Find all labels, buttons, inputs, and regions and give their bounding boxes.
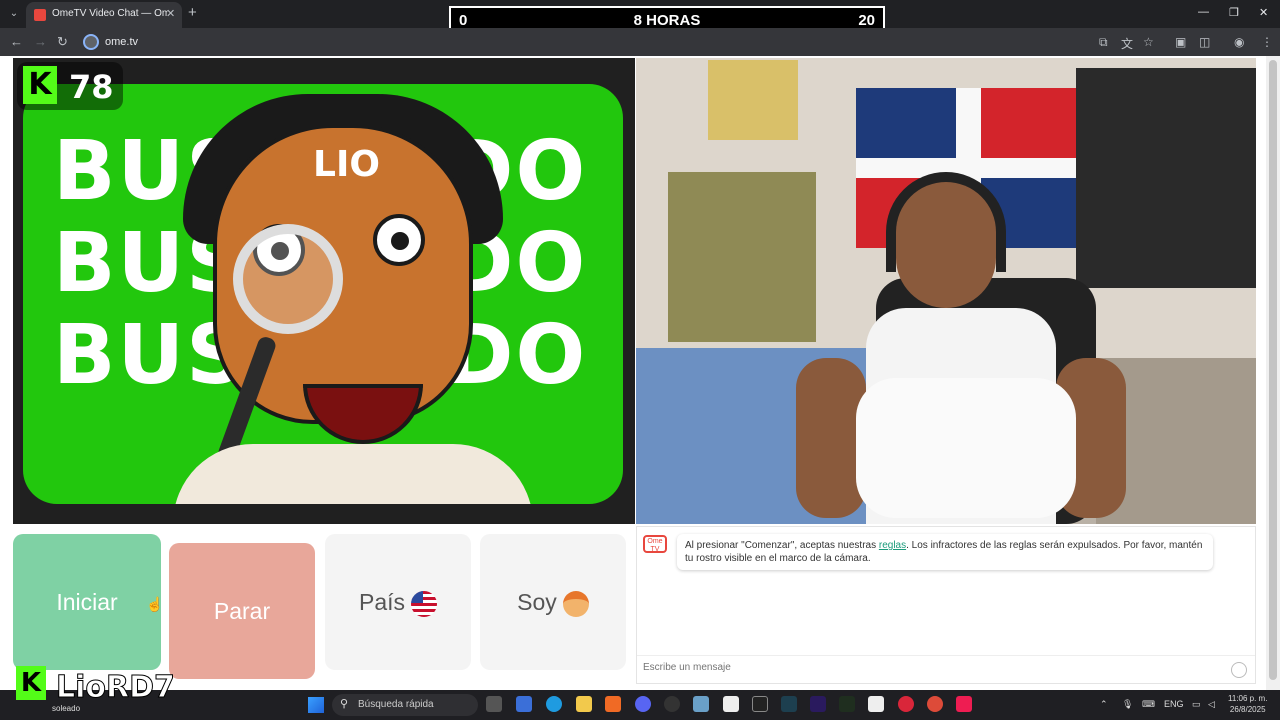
search-icon: ⚲ — [340, 698, 349, 710]
kick-streamer-logo-icon: K — [16, 666, 46, 700]
tab-ometv[interactable]: OmeTV Video Chat — Ome ✕ — [26, 2, 182, 28]
chrome-icon[interactable] — [927, 696, 943, 712]
stop-button[interactable]: Parar — [169, 543, 315, 679]
tab-title: OmeTV Video Chat — Ome — [52, 8, 168, 19]
gender-button[interactable]: Soy — [480, 534, 626, 670]
wall-poster-anime — [668, 172, 816, 342]
forward-icon[interactable]: → — [34, 34, 47, 49]
mic-icon[interactable]: 🎙 — [1122, 699, 1133, 710]
store-icon[interactable] — [516, 696, 532, 712]
language-indicator[interactable]: ENG — [1164, 699, 1184, 709]
weather-widget[interactable]: soleado — [52, 704, 80, 713]
bookmark-star-icon[interactable]: ☆ — [1143, 35, 1154, 49]
score-right: 20 — [858, 12, 875, 29]
app-icon-b[interactable] — [693, 696, 709, 712]
ometv-page: BUSCANDO BUSCANDO BUSCANDO LIO K 78 — [0, 56, 1280, 690]
clock-time: 11:06 p. m. — [1228, 694, 1268, 703]
magnifier-icon — [233, 224, 343, 334]
premiere-icon[interactable] — [810, 696, 826, 712]
country-button[interactable]: País — [325, 534, 471, 670]
minimize-icon[interactable]: — — [1198, 6, 1209, 18]
restore-icon[interactable]: ❐ — [1229, 6, 1239, 19]
menu-icon[interactable]: ⋮ — [1261, 35, 1273, 49]
file-icon[interactable] — [723, 696, 739, 712]
tab-search-icon[interactable]: ⌄ — [6, 6, 22, 22]
scrollbar-thumb[interactable] — [1269, 60, 1277, 680]
task-view-icon[interactable] — [486, 696, 502, 712]
address-bar[interactable]: ome.tv — [105, 36, 138, 48]
file-icon-2[interactable] — [868, 696, 884, 712]
obs-icon[interactable] — [664, 696, 680, 712]
message-text-start: Al presionar "Comenzar", aceptas nuestra… — [685, 540, 879, 551]
gender-label: Soy — [517, 589, 557, 615]
volume-icon[interactable]: ◁ — [1208, 699, 1215, 710]
message-input-bar — [637, 655, 1255, 683]
app-icon-c[interactable] — [781, 696, 797, 712]
windows-start-icon[interactable] — [308, 697, 324, 713]
searching-banner: BUSCANDO BUSCANDO BUSCANDO LIO — [23, 84, 623, 504]
profile-icon[interactable]: ◉ — [1234, 35, 1244, 49]
close-window-icon[interactable]: ✕ — [1259, 6, 1268, 19]
us-flag-icon — [411, 590, 438, 617]
windows-taskbar: soleado ⚲ Búsqueda rápida ⌃ 🎙 ⌨ ENG ▭ ◁ … — [0, 690, 1280, 720]
chat-panel: Ome TV Al presionar "Comenzar", aceptas … — [636, 526, 1256, 684]
kick-logo-icon: K — [23, 66, 57, 104]
hand-cursor-icon: ☝ — [146, 596, 164, 612]
system-message: Al presionar "Comenzar", aceptas nuestra… — [677, 534, 1213, 570]
reload-icon[interactable]: ↻ — [57, 34, 68, 50]
cartoon-mouth — [303, 384, 423, 444]
partner-person — [796, 172, 1126, 524]
search-placeholder: Búsqueda rápida — [358, 699, 434, 710]
cartoon-eye-right — [373, 214, 425, 266]
pillow — [856, 378, 1076, 518]
taskbar-search[interactable]: ⚲ Búsqueda rápida — [332, 694, 478, 716]
tray-overflow-icon[interactable]: ⌃ — [1100, 699, 1108, 710]
back-icon[interactable]: ← — [10, 34, 23, 49]
site-info-icon[interactable] — [83, 34, 99, 50]
cast-icon[interactable]: ⧉ — [1099, 35, 1108, 50]
extension-icon[interactable]: ▣ — [1175, 35, 1186, 49]
ometv-favicon-icon — [34, 9, 46, 21]
viewer-count: 78 — [69, 68, 114, 106]
wall-poster-top — [708, 60, 798, 140]
cartoon-hat-text: LIO — [313, 144, 380, 185]
app-icon-e[interactable] — [898, 696, 914, 712]
browser-toolbar: ← → ↻ ome.tv ⧉ 文 ☆ ▣ ◫ ◉ ⋮ — [0, 28, 1280, 56]
edge-icon[interactable] — [546, 696, 562, 712]
clock-date: 26/8/2025 — [1229, 705, 1266, 714]
app-icon-d[interactable] — [839, 696, 855, 712]
epic-games-icon[interactable] — [752, 696, 768, 712]
cartoon-shirt — [173, 444, 533, 504]
rules-link[interactable]: reglas — [879, 540, 906, 551]
page-scrollbar[interactable] — [1266, 56, 1280, 690]
streamer-name: LioRD7 — [56, 670, 176, 706]
puzzle-icon[interactable]: ◫ — [1199, 35, 1210, 49]
country-label: País — [358, 589, 406, 615]
score-center: 8 HORAS — [633, 12, 701, 29]
tiktok-icon[interactable] — [956, 696, 972, 712]
message-input[interactable] — [643, 662, 1223, 673]
partner-video-feed — [636, 58, 1256, 524]
app-icon-a[interactable] — [605, 696, 621, 712]
translate-icon[interactable]: 文 — [1121, 35, 1133, 52]
viewer-count-badge: K 78 — [17, 62, 123, 110]
ometv-logo-icon: Ome TV — [643, 535, 667, 553]
file-explorer-icon[interactable] — [576, 696, 592, 712]
headset-icon — [886, 172, 1006, 272]
boy-emoji-icon — [562, 590, 589, 617]
network-icon[interactable]: ▭ — [1192, 699, 1201, 710]
start-button[interactable]: Iniciar — [13, 534, 161, 670]
keyboard-icon[interactable]: ⌨ — [1142, 699, 1155, 710]
close-tab-icon[interactable]: ✕ — [166, 7, 175, 20]
emoji-picker-icon[interactable] — [1231, 662, 1247, 678]
clock[interactable]: 11:06 p. m. 26/8/2025 — [1228, 693, 1267, 715]
discord-icon[interactable] — [635, 696, 651, 712]
own-video-feed: BUSCANDO BUSCANDO BUSCANDO LIO K 78 — [13, 58, 635, 524]
new-tab-icon[interactable]: + — [188, 4, 197, 21]
